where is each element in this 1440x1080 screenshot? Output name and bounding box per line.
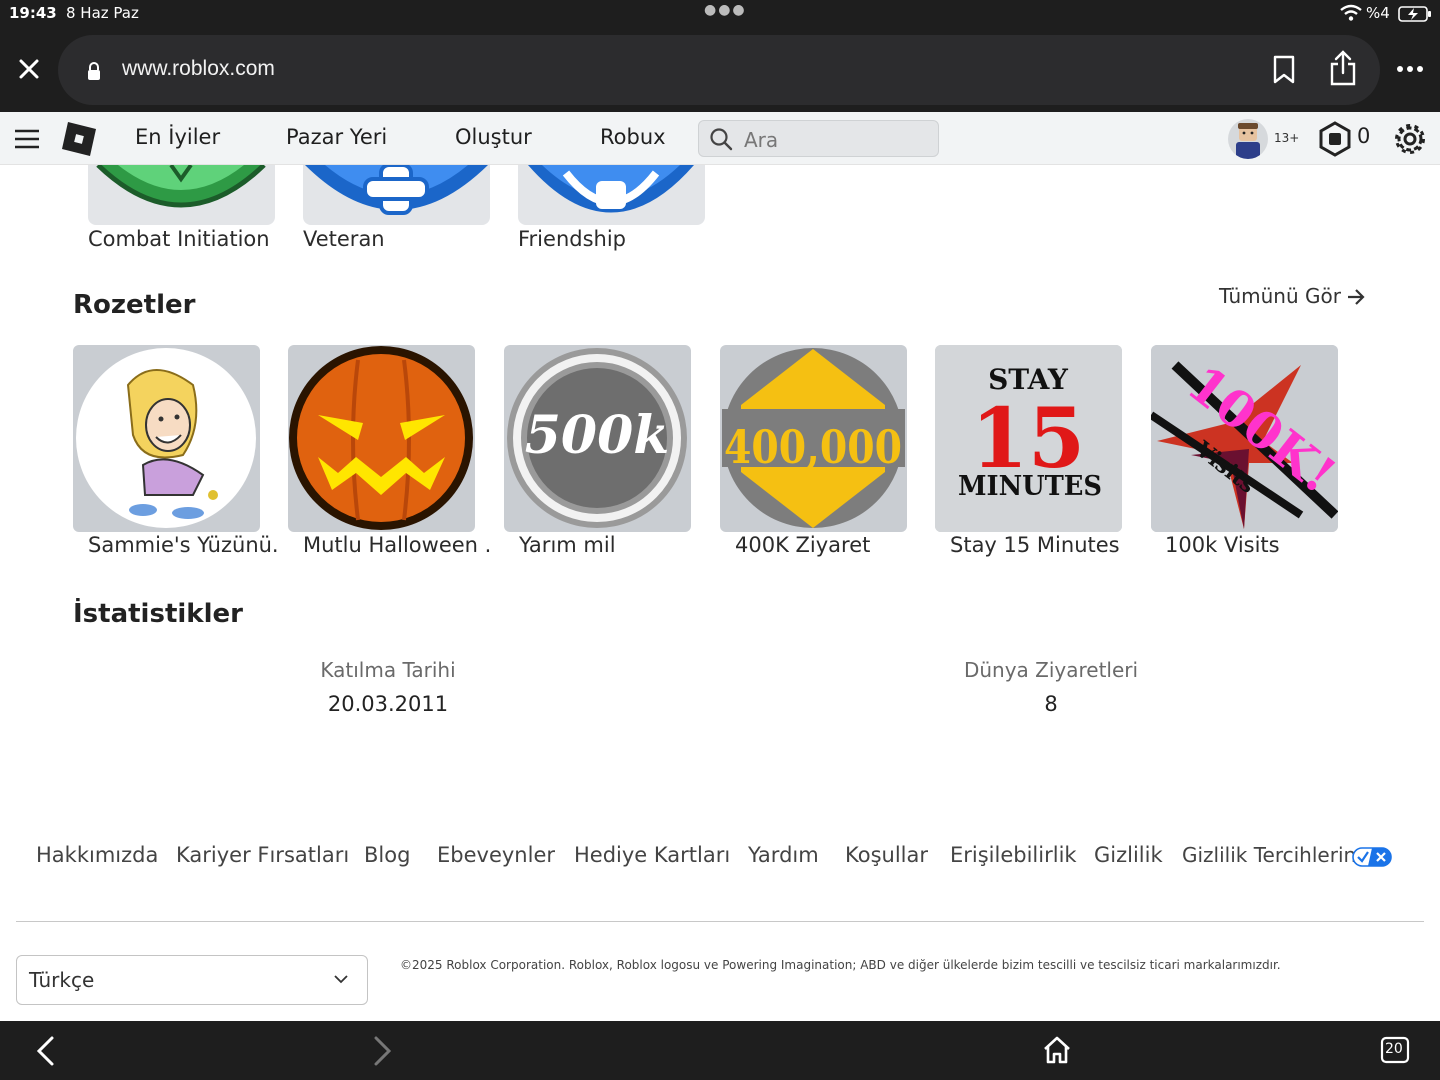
cartoon-girl-icon (76, 348, 256, 528)
footer-link-careers[interactable]: Kariyer Fırsatları (176, 843, 349, 867)
badge-label[interactable]: Sammie's Yüzünü... (88, 533, 278, 557)
battery-charging-icon (1398, 6, 1431, 22)
join-date-label: Katılma Tarihi (320, 658, 456, 682)
badge-label[interactable]: 400K Ziyaret (735, 533, 925, 557)
badge-image-combat-initiation[interactable] (88, 165, 275, 225)
badge-image-friendship[interactable] (518, 165, 705, 225)
footer-link-privacy[interactable]: Gizlilik (1094, 843, 1163, 867)
tab-count: 20 (1385, 1041, 1403, 1057)
badge-label[interactable]: Combat Initiation (88, 227, 270, 251)
close-icon[interactable] (14, 54, 44, 84)
400000-badge-icon: 400,000 (722, 348, 905, 528)
search-placeholder: Ara (744, 128, 779, 152)
privacy-choices-toggle-icon[interactable] (1352, 847, 1392, 867)
url-text: www.roblox.com (122, 57, 275, 80)
badges-section-title: Rozetler (73, 290, 196, 320)
badge-label[interactable]: Yarım mil (519, 533, 709, 557)
badge-label[interactable]: 100k Visits (1165, 533, 1355, 557)
back-icon[interactable] (34, 1035, 56, 1067)
badge-image-sammie[interactable] (73, 345, 260, 532)
stay-15-minutes-icon: STAY 15 MINUTES (935, 345, 1122, 532)
pumpkin-face-icon (289, 346, 473, 530)
badge-image-400k-visits[interactable]: 400,000 (720, 345, 907, 532)
home-icon[interactable] (1042, 1035, 1072, 1065)
badge-label[interactable]: Mutlu Halloween ... (303, 533, 493, 557)
share-icon[interactable] (1328, 49, 1358, 87)
roblox-header: En İyiler Pazar Yeri Oluştur Robux Ara 1… (0, 112, 1440, 165)
gear-icon[interactable] (1392, 121, 1428, 157)
nav-robux[interactable]: Robux (600, 125, 666, 149)
bookmark-icon[interactable] (1272, 55, 1296, 85)
arrow-right-icon[interactable] (1346, 288, 1366, 306)
footer-link-accessibility[interactable]: Erişilebilirlik (950, 843, 1077, 867)
badge-image-100k-visits[interactable]: 100K! Visits (1151, 345, 1338, 532)
status-date: 8 Haz Paz (66, 4, 139, 22)
nav-charts[interactable]: En İyiler (135, 125, 220, 149)
browser-toolbar: www.roblox.com (0, 28, 1440, 112)
footer-link-blog[interactable]: Blog (364, 843, 410, 867)
footer-link-gift-cards[interactable]: Hediye Kartları (574, 843, 730, 867)
minutes-text: MINUTES (958, 471, 1102, 502)
footer-link-terms[interactable]: Koşullar (845, 843, 928, 867)
footer-divider (16, 921, 1424, 922)
search-input[interactable]: Ara (698, 120, 939, 157)
badge-label[interactable]: Stay 15 Minutes (950, 533, 1140, 557)
multitask-dots-icon[interactable]: ●●● (704, 2, 747, 18)
badge-image-half-mile[interactable]: 500k (504, 345, 691, 532)
500k-badge-icon: 500k (507, 348, 687, 528)
blue-shield-icon (305, 165, 488, 215)
robux-icon[interactable] (1318, 121, 1352, 157)
lock-icon (88, 62, 100, 80)
footer-link-privacy-choices[interactable]: Gizlilik Tercihlerin (1182, 843, 1356, 867)
badge-label[interactable]: Friendship (518, 227, 626, 251)
badge-image-halloween[interactable] (288, 345, 475, 532)
join-date-value: 20.03.2011 (327, 692, 449, 716)
robux-balance[interactable]: 0 (1357, 124, 1370, 148)
badge-image-stay-15[interactable]: STAY 15 MINUTES (935, 345, 1122, 532)
status-time: 19:43 (9, 4, 57, 22)
chevron-down-icon (334, 975, 348, 984)
address-bar[interactable]: www.roblox.com (58, 35, 1380, 105)
500k-text: 500k (525, 405, 670, 466)
400000-text: 400,000 (724, 420, 902, 474)
badge-label[interactable]: Veteran (303, 227, 385, 251)
place-visits-value: 8 (1044, 692, 1058, 716)
badge-image-veteran[interactable] (303, 165, 490, 225)
nav-create[interactable]: Oluştur (455, 125, 532, 149)
more-options-icon[interactable] (1396, 64, 1424, 74)
nav-marketplace[interactable]: Pazar Yeri (286, 125, 387, 149)
avatar-figure-icon (1236, 123, 1260, 159)
search-icon (710, 128, 733, 151)
green-shield-icon (96, 165, 266, 208)
avatar[interactable] (1228, 119, 1268, 159)
forward-icon[interactable] (372, 1035, 394, 1067)
browser-bottom-toolbar: 20 (0, 1021, 1440, 1080)
footer-link-help[interactable]: Yardım (748, 843, 819, 867)
roblox-logo[interactable] (60, 120, 98, 158)
see-all-link[interactable]: Tümünü Gör (1219, 284, 1341, 308)
language-select[interactable]: Türkçe (16, 955, 368, 1005)
place-visits-label: Dünya Ziyaretleri (963, 658, 1139, 682)
100k-visits-star-icon: 100K! Visits (1151, 345, 1338, 532)
menu-icon[interactable] (14, 128, 40, 150)
age-label: 13+ (1274, 131, 1300, 145)
copyright-text: ©2025 Roblox Corporation. Roblox, Roblox… (400, 958, 1281, 972)
footer-link-about[interactable]: Hakkımızda (36, 843, 158, 867)
stats-section-title: İstatistikler (73, 599, 243, 629)
status-bar: 19:43 8 Haz Paz ●●● %4 (0, 0, 1440, 28)
blue-friends-icon (528, 165, 694, 213)
language-selected-value: Türkçe (29, 968, 95, 992)
battery-percent: %4 (1366, 4, 1390, 22)
footer-link-parents[interactable]: Ebeveynler (437, 843, 555, 867)
wifi-icon (1340, 4, 1362, 21)
